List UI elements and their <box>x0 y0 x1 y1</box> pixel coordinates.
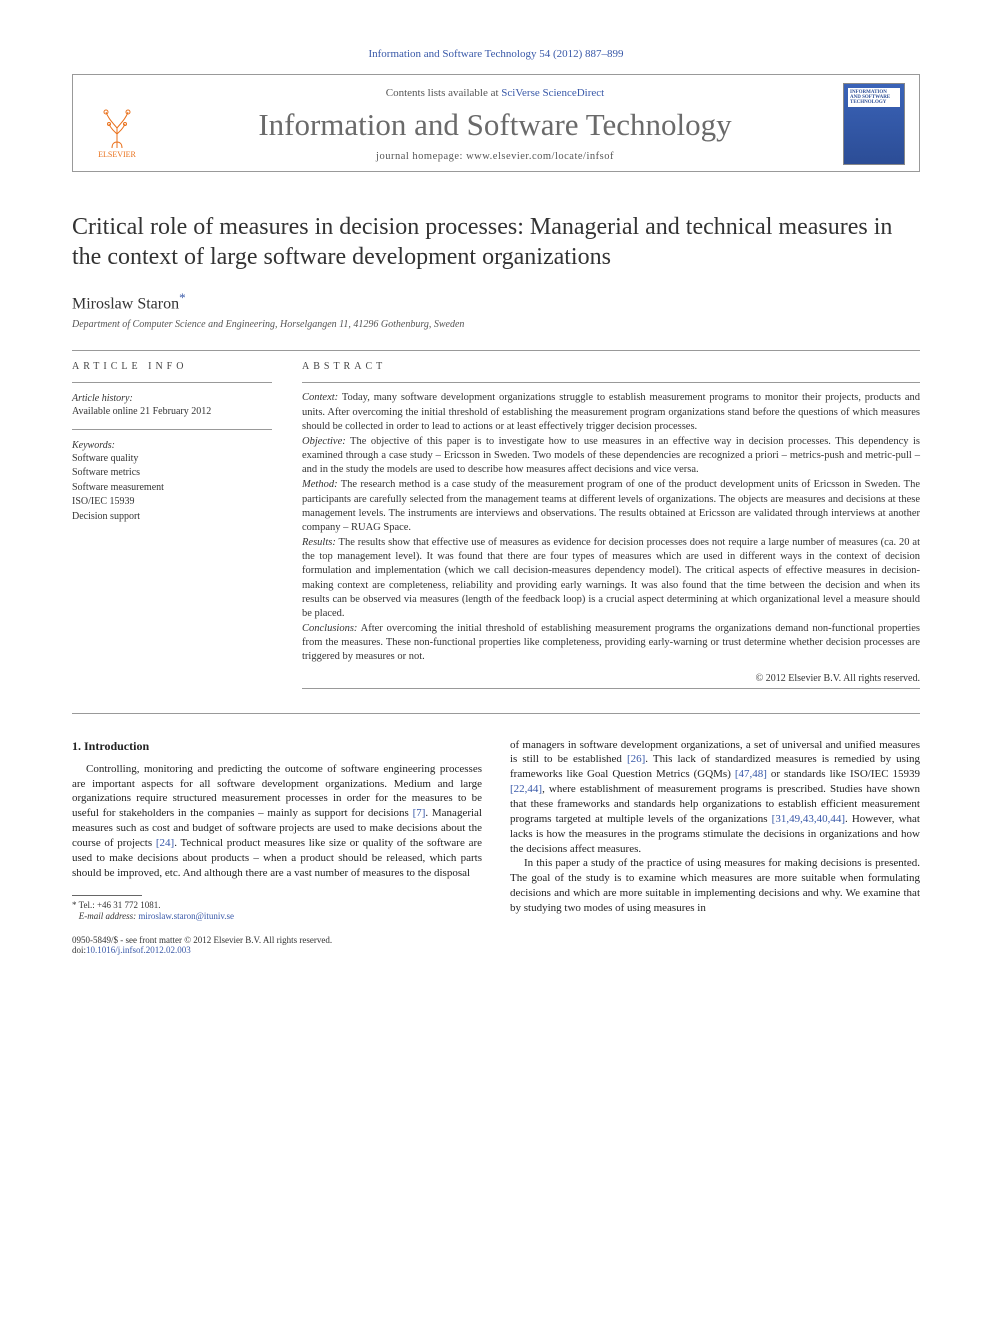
abstract-para: Context: Today, many software developmen… <box>302 391 920 434</box>
email-footnote: E-mail address: miroslaw.staron@ituniv.s… <box>72 911 482 923</box>
keyword-item: ISO/IEC 15939 <box>72 495 272 509</box>
doi-link[interactable]: 10.1016/j.infsof.2012.02.003 <box>86 945 191 955</box>
reference-link[interactable]: [47,48] <box>735 768 767 780</box>
body-text: 1. Introduction Controlling, monitoring … <box>72 738 920 923</box>
abstract-lead: Results: <box>302 537 336 548</box>
body-text-span: or standards like ISO/IEC 15939 <box>767 768 920 780</box>
homepage-url: www.elsevier.com/locate/infsof <box>466 151 614 162</box>
keyword-item: Software measurement <box>72 481 272 495</box>
article-title: Critical role of measures in decision pr… <box>72 212 920 272</box>
reference-link[interactable]: [22,44] <box>510 783 542 795</box>
abstract-lead: Objective: <box>302 436 346 447</box>
contents-prefix: Contents lists available at <box>386 87 501 99</box>
contents-line: Contents lists available at SciVerse Sci… <box>147 87 843 99</box>
elsevier-tree-icon <box>94 104 140 150</box>
sciencedirect-link[interactable]: SciVerse ScienceDirect <box>501 87 604 99</box>
abstract-para: Results: The results show that effective… <box>302 536 920 621</box>
abstract-para: Objective: The objective of this paper i… <box>302 435 920 478</box>
abstract-lead: Conclusions: <box>302 623 357 634</box>
abstract-para: Method: The research method is a case st… <box>302 478 920 535</box>
abstract-text: After overcoming the initial threshold o… <box>302 623 920 662</box>
abstract-column: ABSTRACT Context: Today, many software d… <box>302 361 920 688</box>
masthead: ELSEVIER Contents lists available at Sci… <box>72 74 920 172</box>
abstract-para: Conclusions: After overcoming the initia… <box>302 622 920 665</box>
body-para: of managers in software development orga… <box>510 738 920 857</box>
section-heading: 1. Introduction <box>72 738 482 754</box>
tel-value: +46 31 772 1081. <box>97 900 161 910</box>
citation-header: Information and Software Technology 54 (… <box>72 48 920 60</box>
abstract-lead: Context: <box>302 392 338 403</box>
email-link[interactable]: miroslaw.staron@ituniv.se <box>138 911 234 921</box>
tel-label: Tel.: <box>79 900 97 910</box>
keyword-item: Decision support <box>72 510 272 524</box>
page: Information and Software Technology 54 (… <box>0 0 992 995</box>
article-info-heading: ARTICLE INFO <box>72 361 272 372</box>
footnote-mark: * <box>72 900 77 910</box>
abstract-lead: Method: <box>302 479 338 490</box>
doi-line: doi:10.1016/j.infsof.2012.02.003 <box>72 945 920 955</box>
keywords-title: Keywords: <box>72 440 272 451</box>
corresponding-mark-link[interactable]: * <box>179 290 186 305</box>
affiliation: Department of Computer Science and Engin… <box>72 319 920 330</box>
reference-link[interactable]: [24] <box>156 837 174 849</box>
issn-line: 0950-5849/$ - see front matter © 2012 El… <box>72 935 920 945</box>
body-para: In this paper a study of the practice of… <box>510 856 920 915</box>
abstract-heading: ABSTRACT <box>302 361 920 372</box>
reference-link[interactable]: [31,49,43,40,44] <box>772 813 845 825</box>
reference-link[interactable]: [7] <box>413 807 426 819</box>
divider <box>72 350 920 351</box>
keyword-item: Software quality <box>72 452 272 466</box>
article-info-column: ARTICLE INFO Article history: Available … <box>72 361 272 688</box>
author-name: Miroslaw Staron <box>72 295 179 312</box>
history-title: Article history: <box>72 393 272 404</box>
journal-title: Information and Software Technology <box>147 107 843 143</box>
homepage-prefix: journal homepage: <box>376 151 466 162</box>
elsevier-logo: ELSEVIER <box>87 89 147 159</box>
abstract-text: The research method is a case study of t… <box>302 479 920 533</box>
footnote-rule <box>72 895 142 896</box>
author-line: Miroslaw Staron* <box>72 290 920 313</box>
journal-cover-thumbnail: INFORMATION AND SOFTWARE TECHNOLOGY <box>843 83 905 165</box>
email-label: E-mail address: <box>79 911 139 921</box>
publisher-name: ELSEVIER <box>98 150 136 159</box>
reference-link[interactable]: [26] <box>627 753 645 765</box>
body-para: Controlling, monitoring and predicting t… <box>72 762 482 881</box>
homepage-line: journal homepage: www.elsevier.com/locat… <box>147 151 843 162</box>
history-text: Available online 21 February 2012 <box>72 405 272 419</box>
abstract-text: The results show that effective use of m… <box>302 537 920 619</box>
abstract-text: Today, many software development organiz… <box>302 392 920 431</box>
abstract-copyright: © 2012 Elsevier B.V. All rights reserved… <box>302 673 920 684</box>
cover-label: INFORMATION AND SOFTWARE TECHNOLOGY <box>848 88 900 107</box>
keyword-item: Software metrics <box>72 466 272 480</box>
corresponding-footnote: * Tel.: +46 31 772 1081. <box>72 900 482 912</box>
doi-label: doi: <box>72 945 86 955</box>
abstract-text: The objective of this paper is to invest… <box>302 436 920 475</box>
